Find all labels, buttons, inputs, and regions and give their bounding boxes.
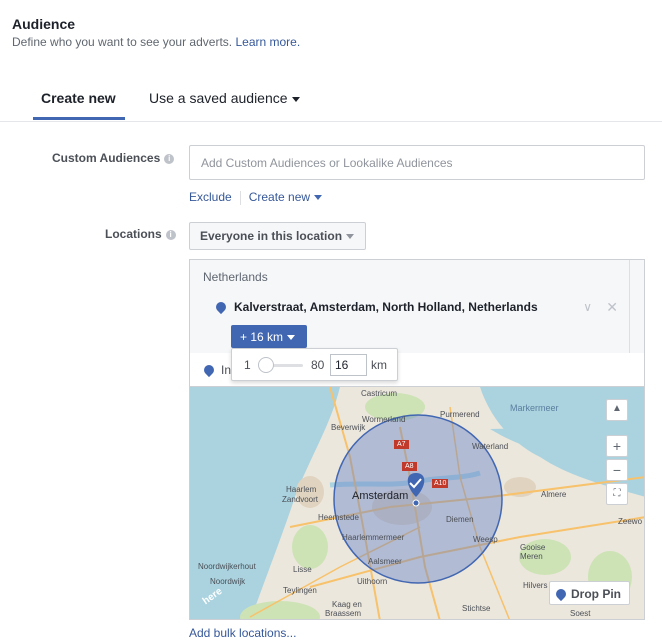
locations-label-text: Locations — [105, 227, 162, 241]
caret-down-icon — [291, 96, 300, 102]
tab-saved-audience-label: Use a saved audience — [149, 90, 288, 106]
include-text[interactable]: In — [221, 363, 231, 377]
section-subtitle: Define who you want to see your adverts.… — [12, 35, 300, 49]
info-icon[interactable]: i — [164, 154, 175, 164]
location-map[interactable]: Castricum Beverwijk Wormerland Purmerend… — [189, 386, 645, 620]
radius-input[interactable]: 16 — [330, 354, 367, 376]
road-label-a7: A7 — [397, 441, 406, 448]
custom-audiences-label-text: Custom Audiences — [52, 151, 161, 165]
subtitle-text: Define who you want to see your adverts. — [12, 35, 233, 49]
map-label-noordwijkerhout: Noordwijkerhout — [198, 562, 256, 571]
map-label-kaag: Kaag en — [332, 600, 362, 609]
caret-down-icon — [287, 335, 296, 341]
location-type-select[interactable]: Everyone in this location — [189, 222, 366, 250]
learn-more-link[interactable]: Learn more. — [235, 35, 300, 49]
map-label-zandvoort: Zandvoort — [282, 495, 319, 504]
radius-unit: km — [371, 358, 387, 372]
locations-label: Locations i — [105, 227, 176, 241]
location-pin-icon — [213, 299, 229, 315]
map-label-markermeer: Markermeer — [510, 403, 559, 413]
map-label-heemstede: Heemstede — [318, 513, 359, 522]
chevron-down-icon[interactable]: ∨ — [583, 300, 592, 314]
map-label-beverwijk: Beverwijk — [331, 423, 366, 432]
road-label-a10: A10 — [434, 480, 447, 487]
map-label-aalsmeer: Aalsmeer — [368, 557, 402, 566]
selected-location: Kalverstraat, Amsterdam, North Holland, … — [213, 299, 538, 315]
slider-min: 1 — [244, 358, 251, 372]
map-pan-up-button[interactable]: ▲ — [606, 399, 628, 421]
map-label-braassem: Braassem — [325, 609, 362, 618]
info-icon[interactable]: i — [165, 230, 176, 240]
close-icon[interactable]: ✕ — [606, 299, 618, 316]
section-title: Audience — [12, 16, 76, 32]
caret-down-icon — [346, 234, 355, 240]
country-heading: Netherlands — [203, 270, 268, 284]
map-label-amsterdam: Amsterdam — [352, 490, 409, 502]
custom-audience-actions: Exclude Create new — [189, 190, 323, 205]
map-label-weesp: Weesp — [473, 535, 498, 544]
road-label-a8: A8 — [405, 463, 414, 470]
radius-button-label: + 16 km — [240, 330, 284, 344]
map-label-wormerland: Wormerland — [362, 415, 406, 424]
active-tab-indicator — [33, 117, 125, 120]
map-label-noordwijk: Noordwijk — [210, 577, 246, 586]
drop-pin-label: Drop Pin — [571, 587, 621, 601]
custom-audiences-label: Custom Audiences i — [52, 151, 175, 165]
map-label-zeewolde: Zeewo — [618, 517, 643, 526]
slider-max: 80 — [311, 358, 325, 372]
map-label-haarlem: Haarlem — [286, 485, 317, 494]
tab-create-new[interactable]: Create new — [41, 90, 116, 106]
map-label-soest: Soest — [570, 609, 591, 618]
map-label-teylingen: Teylingen — [283, 586, 317, 595]
location-type-value: Everyone in this location — [200, 229, 343, 243]
add-bulk-locations-link[interactable]: Add bulk locations... — [189, 626, 296, 640]
map-label-purmerend: Purmerend — [440, 410, 480, 419]
map-label-uithoorn: Uithoorn — [357, 577, 388, 586]
custom-audiences-input[interactable]: Add Custom Audiences or Lookalike Audien… — [189, 145, 645, 180]
location-pin-icon — [553, 586, 569, 602]
zoom-out-button[interactable]: − — [606, 459, 628, 481]
drop-pin-button[interactable]: Drop Pin — [549, 581, 630, 605]
map-label-castricum: Castricum — [361, 389, 398, 398]
scrollbar-track[interactable] — [629, 260, 630, 354]
zoom-in-button[interactable]: + — [606, 435, 628, 457]
map-label-hilversum: Hilvers — [523, 581, 548, 590]
map-label-stichtse: Stichtse — [462, 604, 491, 613]
map-label-meren: Meren — [520, 552, 543, 561]
selected-location-text: Kalverstraat, Amsterdam, North Holland, … — [234, 300, 538, 314]
radius-button[interactable]: + 16 km — [231, 325, 307, 348]
location-pin-icon — [201, 362, 217, 378]
caret-down-icon — [314, 195, 323, 201]
create-new-label: Create new — [248, 190, 311, 204]
create-new-link[interactable]: Create new — [248, 190, 323, 204]
radius-slider-handle[interactable] — [258, 357, 274, 373]
map-label-lisse: Lisse — [293, 565, 312, 574]
tab-saved-audience[interactable]: Use a saved audience — [149, 90, 300, 106]
divider — [239, 190, 241, 205]
map-label-diemen: Diemen — [446, 515, 474, 524]
map-label-almere: Almere — [541, 490, 567, 499]
audience-tabs: Create new Use a saved audience — [0, 80, 662, 122]
fit-bounds-button[interactable]: ⛶ — [606, 483, 628, 505]
map-label-haarlemmermeer: Haarlemmermeer — [342, 533, 405, 542]
map-label-waterland: Waterland — [472, 442, 509, 451]
radius-slider-popover: 1 80 16 km — [231, 348, 398, 381]
exclude-link[interactable]: Exclude — [189, 190, 232, 204]
map-label-gooise: Gooise — [520, 543, 546, 552]
